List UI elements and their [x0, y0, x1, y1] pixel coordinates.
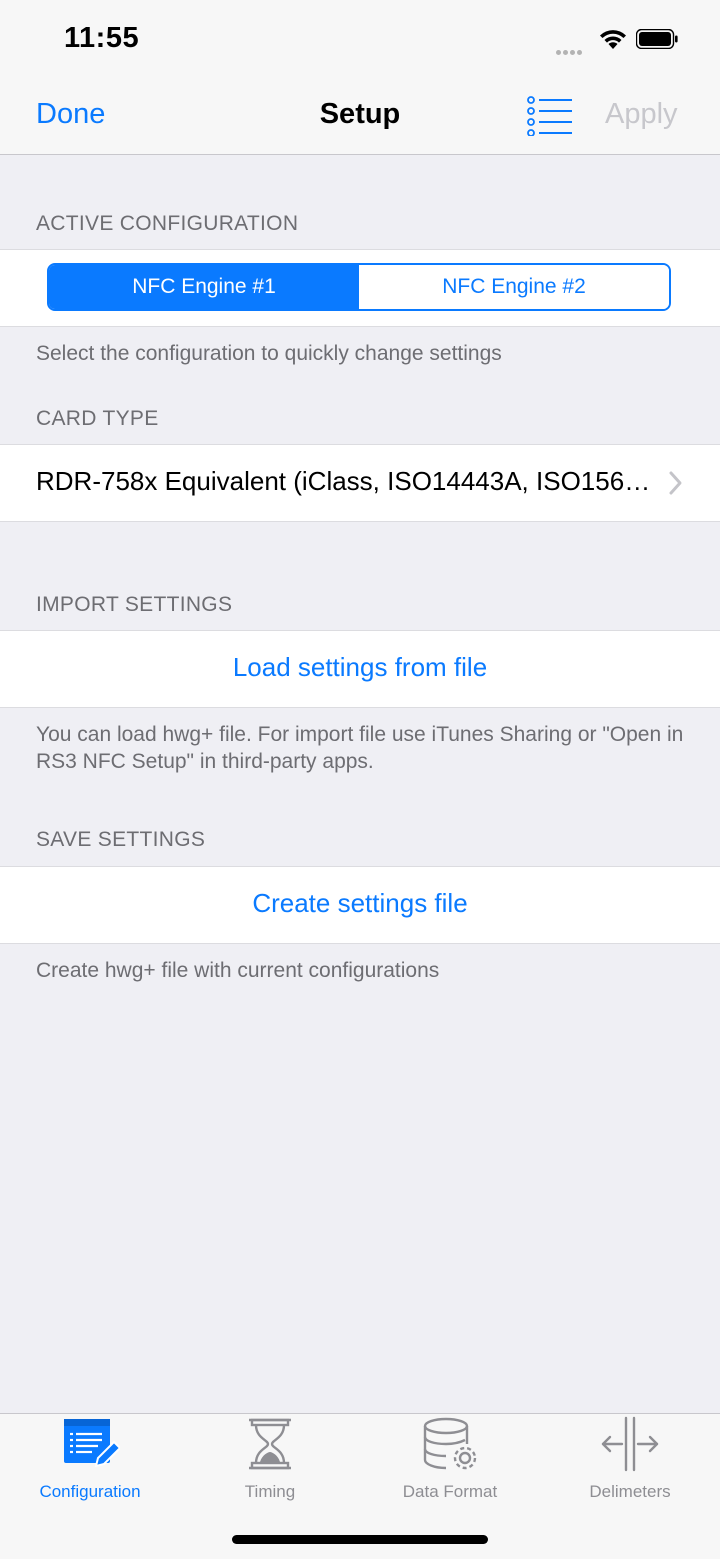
home-indicator: [232, 1535, 488, 1544]
database-gear-icon: [423, 1417, 477, 1470]
configuration-segmented-control: NFC Engine #1 NFC Engine #2: [47, 263, 671, 311]
done-button[interactable]: Done: [36, 98, 105, 131]
tab-delimeters[interactable]: Delimeters: [540, 1416, 720, 1506]
load-settings-button[interactable]: Load settings from file: [0, 652, 720, 683]
card-type-value[interactable]: RDR-758x Equivalent (iClass, ISO14443A, …: [36, 466, 656, 497]
tab-label: Timing: [244, 1482, 296, 1501]
list-icon[interactable]: [526, 96, 574, 136]
wifi-icon: [600, 30, 626, 49]
import-settings-footer: You can load hwg+ file. For import file …: [36, 723, 684, 773]
segment-nfc-engine-2[interactable]: NFC Engine #2: [359, 265, 669, 309]
tab-data-format[interactable]: Data Format: [360, 1416, 540, 1506]
hourglass-icon: [249, 1418, 291, 1470]
tab-configuration[interactable]: Configuration: [0, 1416, 180, 1506]
active-configuration-header: ACTIVE CONFIGURATION: [36, 212, 299, 235]
tab-timing[interactable]: Timing: [180, 1416, 360, 1506]
configuration-icon: [64, 1419, 120, 1468]
save-settings-footer: Create hwg+ file with current configurat…: [36, 959, 440, 982]
delimiter-icon: [601, 1416, 659, 1472]
active-configuration-footer: Select the configuration to quickly chan…: [36, 342, 502, 365]
tab-label: Delimeters: [589, 1482, 671, 1501]
tab-label: Data Format: [402, 1482, 498, 1501]
cellular-signal-icon: [556, 42, 584, 60]
tab-label: Configuration: [39, 1482, 141, 1501]
card-type-header: CARD TYPE: [36, 407, 159, 430]
chevron-right-icon: [669, 471, 682, 495]
import-settings-header: IMPORT SETTINGS: [36, 593, 233, 616]
status-time: 11:55: [64, 22, 140, 54]
battery-icon: [636, 29, 678, 49]
segment-nfc-engine-1[interactable]: NFC Engine #1: [49, 265, 359, 309]
save-settings-header: SAVE SETTINGS: [36, 828, 206, 851]
apply-button[interactable]: Apply: [605, 98, 678, 131]
create-settings-button[interactable]: Create settings file: [0, 888, 720, 919]
